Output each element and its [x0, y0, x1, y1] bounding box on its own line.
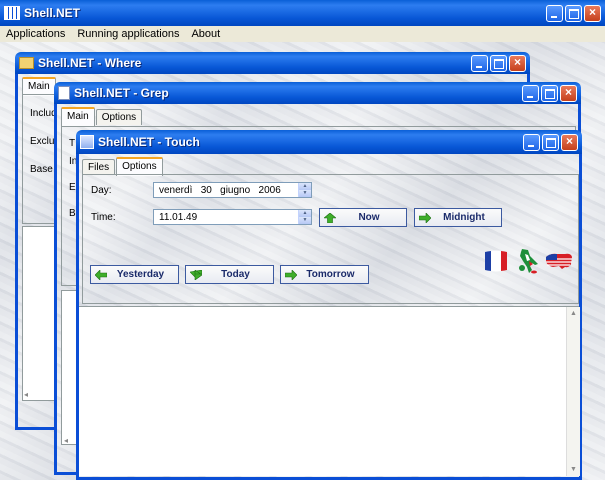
- yesterday-button[interactable]: Yesterday: [90, 265, 179, 284]
- scroll-up-arrow-icon[interactable]: ▲: [567, 307, 580, 320]
- grep-tab-main[interactable]: Main: [61, 107, 95, 126]
- up-arrow-icon: [324, 212, 336, 223]
- grep-maximize-button[interactable]: [541, 84, 558, 102]
- scroll-down-arrow-icon[interactable]: ▼: [567, 463, 580, 476]
- main-minimize-button[interactable]: [546, 4, 563, 22]
- touch-title-bar[interactable]: Shell.NET - Touch ×: [76, 130, 582, 154]
- grid-app-icon: [4, 6, 20, 20]
- touch-window: Shell.NET - Touch × Files Options Day: v…: [76, 130, 582, 480]
- where-minimize-button[interactable]: [471, 54, 488, 72]
- right-arrow-icon: [285, 269, 297, 280]
- main-menubar: Applications Running applications About: [0, 26, 605, 42]
- where-label-exclude: Exclu: [30, 136, 55, 147]
- usa-flag-icon[interactable]: [545, 251, 573, 271]
- left-arrow-icon: [95, 269, 107, 280]
- main-title: Shell.NET: [24, 6, 81, 20]
- touch-tab-files[interactable]: Files: [82, 159, 116, 175]
- touch-body: Files Options Day: venerdì 30 giugno 200…: [76, 154, 582, 480]
- today-button[interactable]: Today: [185, 265, 274, 284]
- where-hscroll-left[interactable]: ◂: [24, 390, 28, 399]
- now-label: Now: [358, 212, 380, 223]
- day-value: venerdì 30 giugno 2006: [159, 184, 281, 196]
- tomorrow-label: Tomorrow: [306, 269, 355, 280]
- main-close-button[interactable]: ×: [584, 4, 601, 22]
- where-close-button[interactable]: ×: [509, 54, 526, 72]
- grep-title: Shell.NET - Grep: [74, 86, 169, 100]
- italy-flag-icon[interactable]: [516, 248, 540, 274]
- touch-files-list[interactable]: [79, 306, 579, 476]
- document-icon: [58, 86, 70, 100]
- grep-title-bar[interactable]: Shell.NET - Grep ×: [54, 82, 581, 104]
- grep-close-button[interactable]: ×: [560, 84, 577, 102]
- now-button[interactable]: Now: [319, 208, 407, 227]
- menu-running-applications[interactable]: Running applications: [77, 28, 179, 40]
- france-flag-icon[interactable]: [483, 249, 509, 273]
- grep-label-t: T: [69, 138, 76, 149]
- today-label: Today: [221, 269, 250, 280]
- grep-hscroll-left[interactable]: ◂: [64, 436, 68, 445]
- midnight-label: Midnight: [443, 212, 485, 223]
- midnight-button[interactable]: Midnight: [414, 208, 502, 227]
- touch-minimize-button[interactable]: [523, 133, 540, 151]
- day-label: Day:: [91, 185, 112, 196]
- main-maximize-button[interactable]: [565, 4, 582, 22]
- touch-vertical-scrollbar[interactable]: ▲ ▼: [566, 307, 580, 476]
- where-title: Shell.NET - Where: [38, 56, 142, 70]
- where-title-bar[interactable]: Shell.NET - Where ×: [15, 52, 530, 74]
- menu-about[interactable]: About: [191, 28, 220, 40]
- grep-minimize-button[interactable]: [522, 84, 539, 102]
- menu-applications[interactable]: Applications: [6, 28, 65, 40]
- touch-title: Shell.NET - Touch: [98, 135, 200, 149]
- day-spinner[interactable]: ▲ ▼: [298, 183, 311, 197]
- where-maximize-button[interactable]: [490, 54, 507, 72]
- touch-app-icon: [80, 135, 94, 149]
- where-label-include: Includ: [30, 108, 57, 119]
- grep-label-e: E: [69, 182, 76, 193]
- down-arrow-icon: [190, 269, 202, 280]
- time-label: Time:: [91, 212, 116, 223]
- right-arrow-icon: [419, 212, 431, 223]
- time-value: 11.01.49: [159, 211, 198, 223]
- touch-maximize-button[interactable]: [542, 133, 559, 151]
- time-spinner[interactable]: ▲ ▼: [298, 210, 311, 224]
- touch-close-button[interactable]: ×: [561, 133, 578, 151]
- day-date-picker[interactable]: venerdì 30 giugno 2006 ▲ ▼: [153, 182, 312, 198]
- folder-icon: [19, 57, 34, 69]
- tomorrow-button[interactable]: Tomorrow: [280, 265, 369, 284]
- yesterday-label: Yesterday: [116, 269, 165, 280]
- time-picker[interactable]: 11.01.49 ▲ ▼: [153, 209, 312, 225]
- main-title-bar[interactable]: Shell.NET ×: [0, 0, 605, 26]
- grep-label-b: B: [69, 208, 76, 219]
- grep-tab-options[interactable]: Options: [95, 109, 143, 125]
